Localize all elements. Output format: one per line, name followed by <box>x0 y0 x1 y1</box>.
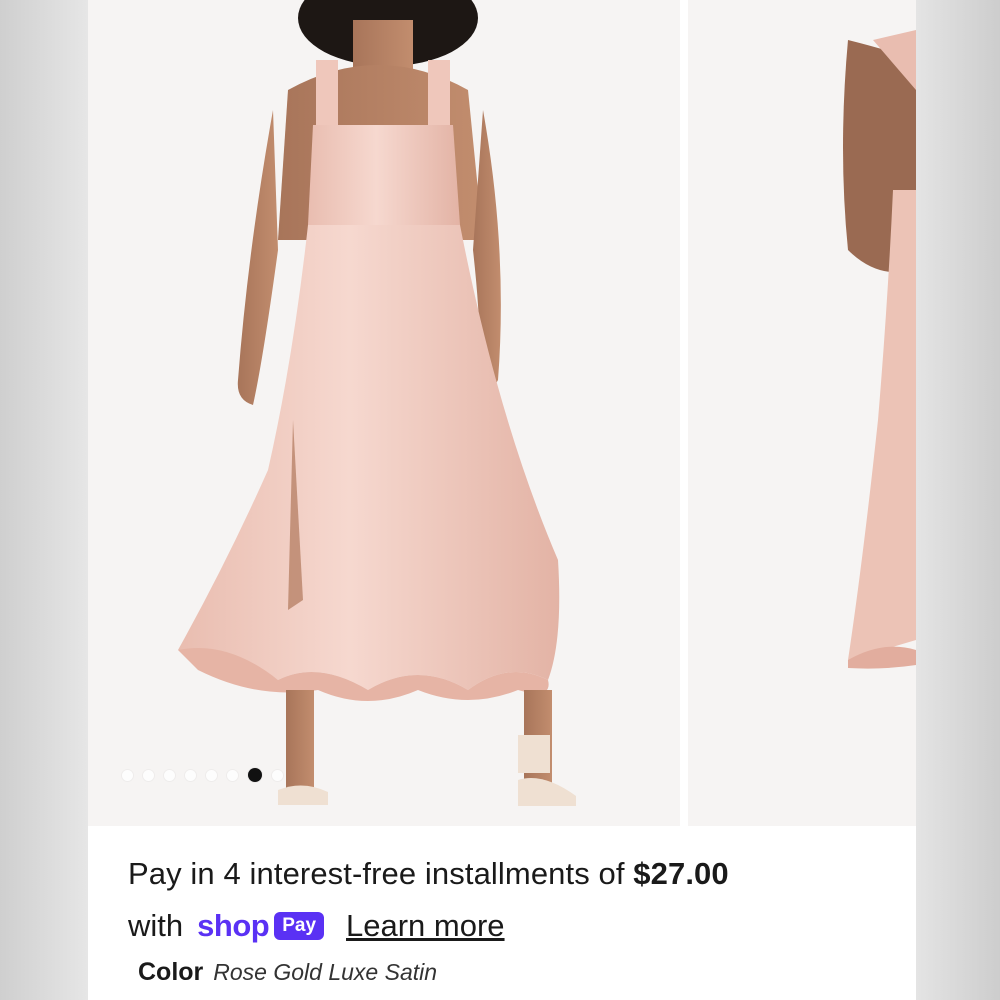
carousel-dot[interactable] <box>185 769 196 781</box>
product-card: Pay in 4 interest-free installments of $… <box>88 0 916 1000</box>
shop-pay-badge: Pay <box>274 912 325 940</box>
installment-amount: $27.00 <box>633 856 729 891</box>
background-left <box>0 0 88 1000</box>
carousel-dots <box>122 768 283 782</box>
color-option: Color Rose Gold Luxe Satin <box>138 958 437 987</box>
image-carousel[interactable] <box>88 0 916 826</box>
background-right <box>916 0 1000 1000</box>
carousel-dot[interactable] <box>122 769 133 781</box>
shop-pay-line: with shop Pay Learn more <box>128 908 505 944</box>
carousel-dot[interactable] <box>206 769 217 781</box>
color-label: Color <box>138 958 204 986</box>
with-text: with <box>128 908 184 943</box>
color-value: Rose Gold Luxe Satin <box>213 959 438 985</box>
carousel-dot[interactable] <box>272 769 283 781</box>
shop-logo: shop <box>197 908 270 943</box>
carousel-dot-active[interactable] <box>248 768 262 782</box>
dress-front-illustration <box>88 0 680 826</box>
installment-prefix: Pay in 4 interest-free installments of <box>128 856 634 891</box>
carousel-dot[interactable] <box>143 769 154 781</box>
installment-text: Pay in 4 interest-free installments of $… <box>128 856 729 892</box>
product-image-front[interactable] <box>88 0 680 826</box>
carousel-dot[interactable] <box>227 769 238 781</box>
dress-side-illustration <box>688 0 916 826</box>
carousel-dot[interactable] <box>164 769 175 781</box>
product-image-side[interactable] <box>688 0 916 826</box>
learn-more-link[interactable]: Learn more <box>346 908 505 944</box>
